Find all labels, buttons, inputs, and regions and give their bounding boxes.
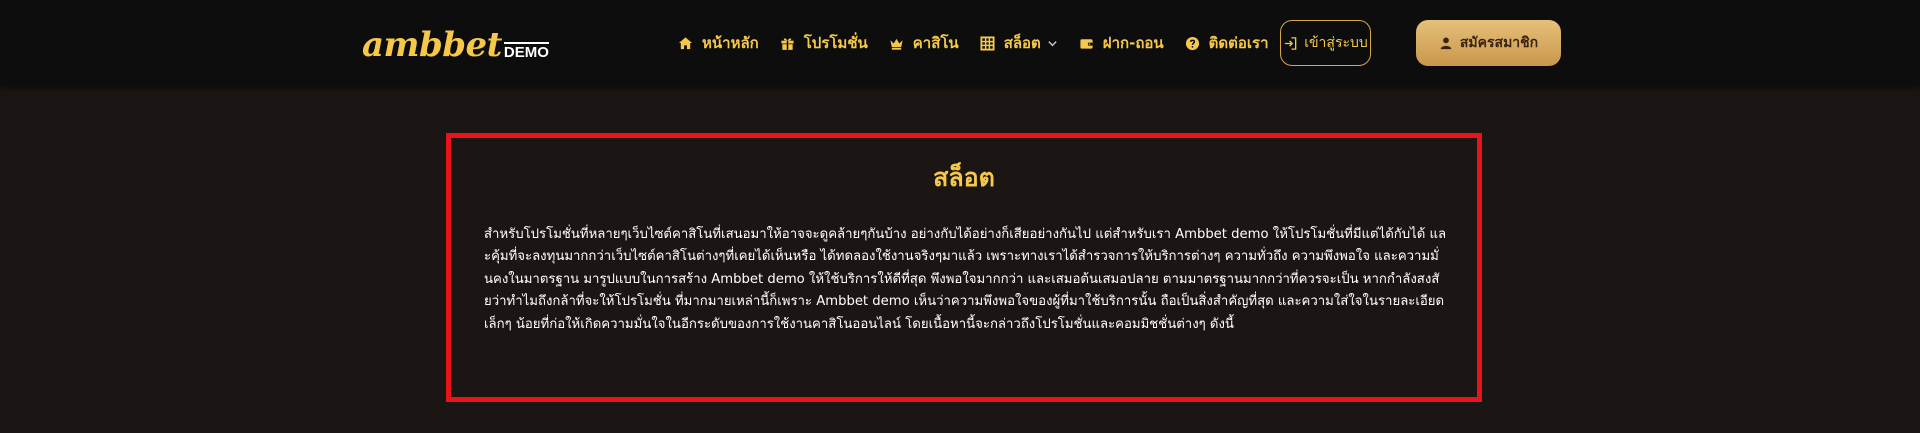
chevron-down-icon: [1047, 38, 1058, 49]
login-button[interactable]: เข้าสู่ระบบ: [1280, 20, 1371, 66]
ambbet-logo[interactable]: ambbet DEMO: [362, 22, 549, 62]
nav-item-deposit-withdraw[interactable]: ฝาก-ถอน: [1079, 31, 1164, 55]
slot-content-section: สล็อต สำหรับโปรโมชั่นที่หลายๆเว็บไซต์คาส…: [446, 133, 1482, 402]
nav-item-home[interactable]: หน้าหลัก: [678, 31, 759, 55]
wallet-icon: [1079, 36, 1094, 51]
nav-item-label: หน้าหลัก: [702, 34, 759, 52]
nav-item-label: ฝาก-ถอน: [1102, 34, 1164, 52]
help-icon: [1185, 36, 1200, 51]
top-navigation-bar: ambbet DEMO หน้าหลัก โปรโมชั่น คาสิโน สล…: [0, 0, 1920, 86]
register-button[interactable]: สมัครสมาชิก: [1416, 20, 1561, 66]
nav-item-contact[interactable]: ติดต่อเรา: [1185, 31, 1269, 55]
nav-item-label: คาสิโน: [912, 34, 959, 52]
nav-item-promotions[interactable]: โปรโมชั่น: [780, 31, 868, 55]
login-button-label: เข้าสู่ระบบ: [1304, 34, 1368, 50]
logo-demo-text: DEMO: [503, 42, 549, 61]
section-paragraph: สำหรับโปรโมชั่นที่หลายๆเว็บไซต์คาสิโนที่…: [484, 227, 1447, 332]
register-button-label: สมัครสมาชิก: [1459, 34, 1539, 50]
gift-icon: [780, 36, 795, 51]
user-icon: [1439, 36, 1453, 50]
nav-item-label: ติดต่อเรา: [1208, 34, 1269, 52]
nav-item-label: สล็อต: [1003, 34, 1041, 52]
nav-item-slots[interactable]: สล็อต: [980, 31, 1058, 55]
nav-item-casino[interactable]: คาสิโน: [889, 31, 959, 55]
logo-text: ambbet: [362, 25, 502, 65]
nav-item-label: โปรโมชั่น: [803, 34, 868, 52]
section-title: สล็อต: [933, 163, 995, 192]
grid-icon: [980, 35, 995, 51]
crown-icon: [889, 36, 904, 51]
sign-in-icon: [1283, 36, 1298, 51]
main-nav: หน้าหลัก โปรโมชั่น คาสิโน สล็อต ฝาก-ถอน …: [678, 0, 1290, 86]
home-icon: [678, 36, 693, 51]
